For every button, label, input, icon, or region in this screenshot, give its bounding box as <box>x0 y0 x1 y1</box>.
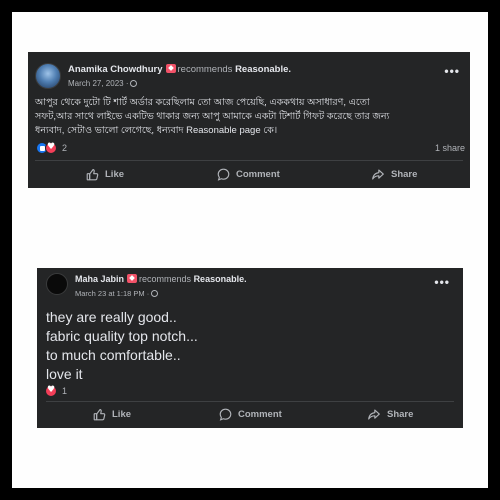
divider <box>35 160 463 161</box>
divider <box>46 401 454 402</box>
like-button[interactable]: Like <box>86 168 124 181</box>
post-header: Maha Jabin recommends Reasonable. <box>75 274 247 284</box>
avatar[interactable] <box>35 63 61 89</box>
comment-bubble-icon <box>219 408 232 421</box>
recommend-badge-icon <box>127 274 138 283</box>
thumbs-up-icon <box>86 169 99 181</box>
love-reaction-icon <box>45 385 57 397</box>
more-options-icon[interactable]: ••• <box>434 275 450 289</box>
share-button[interactable]: Share <box>367 408 413 421</box>
share-arrow-icon <box>372 169 384 180</box>
author-name[interactable]: Anamika Chowdhury <box>68 64 163 75</box>
share-label: Share <box>387 409 414 420</box>
comment-label: Comment <box>236 169 280 180</box>
comment-button[interactable]: Comment <box>217 168 280 181</box>
post-date[interactable]: March 23 at 1:18 PM · <box>75 289 159 298</box>
recommends-label: recommends <box>177 64 233 75</box>
thumbs-up-icon <box>93 409 106 421</box>
post-body: they are really good.. fabric quality to… <box>46 309 198 382</box>
page-name[interactable]: Reasonable. <box>194 274 247 284</box>
recommends-label: recommends <box>139 274 192 284</box>
post-date-text[interactable]: March 27, 2023 · <box>68 79 128 88</box>
post-date[interactable]: March 27, 2023 · <box>68 79 138 88</box>
share-label: Share <box>391 169 418 180</box>
love-reaction-icon <box>45 142 57 154</box>
post-date-text[interactable]: March 23 at 1:18 PM · <box>75 289 149 298</box>
post-card: Anamika Chowdhury recommends Reasonable. … <box>28 52 470 188</box>
comment-bubble-icon <box>217 168 230 181</box>
reactions-summary[interactable]: 2 <box>36 142 67 154</box>
like-label: Like <box>105 169 125 180</box>
avatar[interactable] <box>46 273 68 295</box>
share-button[interactable]: Share <box>371 168 417 181</box>
post-body: আপুর থেকে দুটো টি শার্ট অর্ডার করেছিলাম … <box>35 97 390 136</box>
page-name[interactable]: Reasonable. <box>235 64 291 75</box>
globe-icon <box>130 80 138 87</box>
globe-icon <box>151 290 159 297</box>
recommend-badge-icon <box>165 64 176 73</box>
reaction-count: 2 <box>62 143 68 153</box>
share-count[interactable]: 1 share <box>435 143 465 153</box>
comment-label: Comment <box>238 409 282 420</box>
post-header: Anamika Chowdhury recommends Reasonable. <box>68 64 291 75</box>
author-name[interactable]: Maha Jabin <box>75 274 124 284</box>
comment-button[interactable]: Comment <box>219 408 282 421</box>
like-label: Like <box>112 409 132 420</box>
more-options-icon[interactable]: ••• <box>444 64 460 78</box>
share-arrow-icon <box>368 409 380 420</box>
post-card: Maha Jabin recommends Reasonable. March 2… <box>37 268 463 428</box>
reaction-count: 1 <box>62 386 68 396</box>
reactions-summary[interactable]: 1 <box>45 385 67 397</box>
like-button[interactable]: Like <box>93 408 131 421</box>
